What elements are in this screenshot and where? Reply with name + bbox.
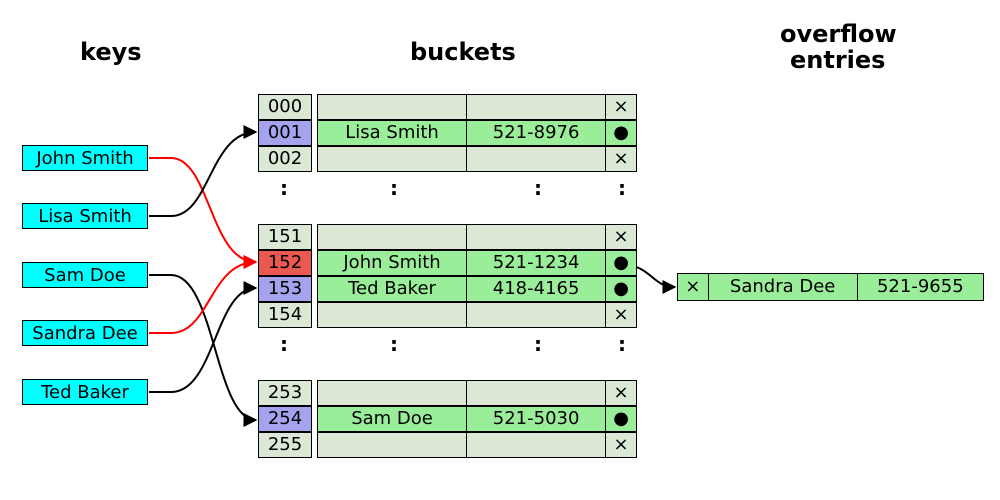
bucket-index-002: 002 [258, 146, 312, 172]
arrow-ted-baker-to-153 [149, 288, 256, 392]
overflow-entry: × Sandra Dee 521-9655 [677, 273, 984, 301]
arrow-lisa-smith-to-001 [149, 132, 256, 216]
bucket-row-002: × [317, 146, 637, 172]
bucket-row-001: Lisa Smith 521-8976 ● [317, 120, 637, 146]
key-sandra-dee: Sandra Dee [22, 320, 148, 346]
bucket-index-255: 255 [258, 432, 312, 458]
arrow-john-smith-to-152 [149, 158, 256, 262]
bucket-flag-153: ● [606, 277, 636, 301]
bucket-phone-255 [467, 433, 606, 457]
key-sam-doe: Sam Doe [22, 262, 148, 288]
bucket-phone-001: 521-8976 [467, 121, 606, 145]
bucket-flag-254: ● [606, 407, 636, 431]
bucket-index-001: 001 [258, 120, 312, 146]
ellipsis-icon: : [280, 176, 288, 200]
ellipsis-icon: : [534, 176, 542, 200]
bucket-index-151: 151 [258, 224, 312, 250]
bucket-flag-000: × [606, 95, 636, 119]
bucket-row-255: × [317, 432, 637, 458]
overflow-phone: 521-9655 [858, 274, 983, 300]
key-john-smith: John Smith [22, 145, 148, 171]
bucket-flag-151: × [606, 225, 636, 249]
bucket-index-152: 152 [258, 250, 312, 276]
bucket-row-151: × [317, 224, 637, 250]
bucket-row-000: × [317, 94, 637, 120]
bucket-name-154 [318, 303, 467, 327]
bucket-name-001: Lisa Smith [318, 121, 467, 145]
overflow-heading-line1: overflow [780, 20, 897, 48]
bucket-phone-254: 521-5030 [467, 407, 606, 431]
bucket-name-002 [318, 147, 467, 171]
bucket-flag-001: ● [606, 121, 636, 145]
overflow-flag: × [678, 274, 709, 300]
keys-heading: keys [80, 38, 142, 66]
bucket-phone-153: 418-4165 [467, 277, 606, 301]
bucket-phone-000 [467, 95, 606, 119]
bucket-index-254: 254 [258, 406, 312, 432]
bucket-index-153: 153 [258, 276, 312, 302]
bucket-index-154: 154 [258, 302, 312, 328]
overflow-heading-line2: entries [790, 46, 885, 74]
bucket-flag-154: × [606, 303, 636, 327]
key-lisa-smith: Lisa Smith [22, 203, 148, 229]
bucket-flag-253: × [606, 381, 636, 405]
ellipsis-icon: : [534, 332, 542, 356]
bucket-flag-002: × [606, 147, 636, 171]
ellipsis-icon: : [618, 332, 626, 356]
bucket-phone-151 [467, 225, 606, 249]
bucket-name-153: Ted Baker [318, 277, 467, 301]
arrow-sandra-dee-to-152 [149, 262, 256, 333]
bucket-row-253: × [317, 380, 637, 406]
hash-table-diagram: keys buckets overflow entries John Smith… [0, 0, 1000, 500]
ellipsis-icon: : [618, 176, 626, 200]
bucket-name-254: Sam Doe [318, 407, 467, 431]
buckets-heading: buckets [410, 38, 516, 66]
bucket-name-152: John Smith [318, 251, 467, 275]
ellipsis-icon: : [390, 332, 398, 356]
overflow-name: Sandra Dee [709, 274, 858, 300]
bucket-phone-002 [467, 147, 606, 171]
bucket-index-253: 253 [258, 380, 312, 406]
bucket-phone-152: 521-1234 [467, 251, 606, 275]
bucket-row-153: Ted Baker 418-4165 ● [317, 276, 637, 302]
bucket-name-000 [318, 95, 467, 119]
bucket-phone-253 [467, 381, 606, 405]
arrow-sam-doe-to-254 [149, 275, 256, 420]
bucket-flag-152: ● [606, 251, 636, 275]
ellipsis-icon: : [390, 176, 398, 200]
bucket-name-253 [318, 381, 467, 405]
key-ted-baker: Ted Baker [22, 379, 148, 405]
bucket-index-000: 000 [258, 94, 312, 120]
bucket-row-154: × [317, 302, 637, 328]
bucket-row-152: John Smith 521-1234 ● [317, 250, 637, 276]
bucket-name-255 [318, 433, 467, 457]
bucket-row-254: Sam Doe 521-5030 ● [317, 406, 637, 432]
bucket-phone-154 [467, 303, 606, 327]
bucket-flag-255: × [606, 433, 636, 457]
bucket-name-151 [318, 225, 467, 249]
ellipsis-icon: : [280, 332, 288, 356]
